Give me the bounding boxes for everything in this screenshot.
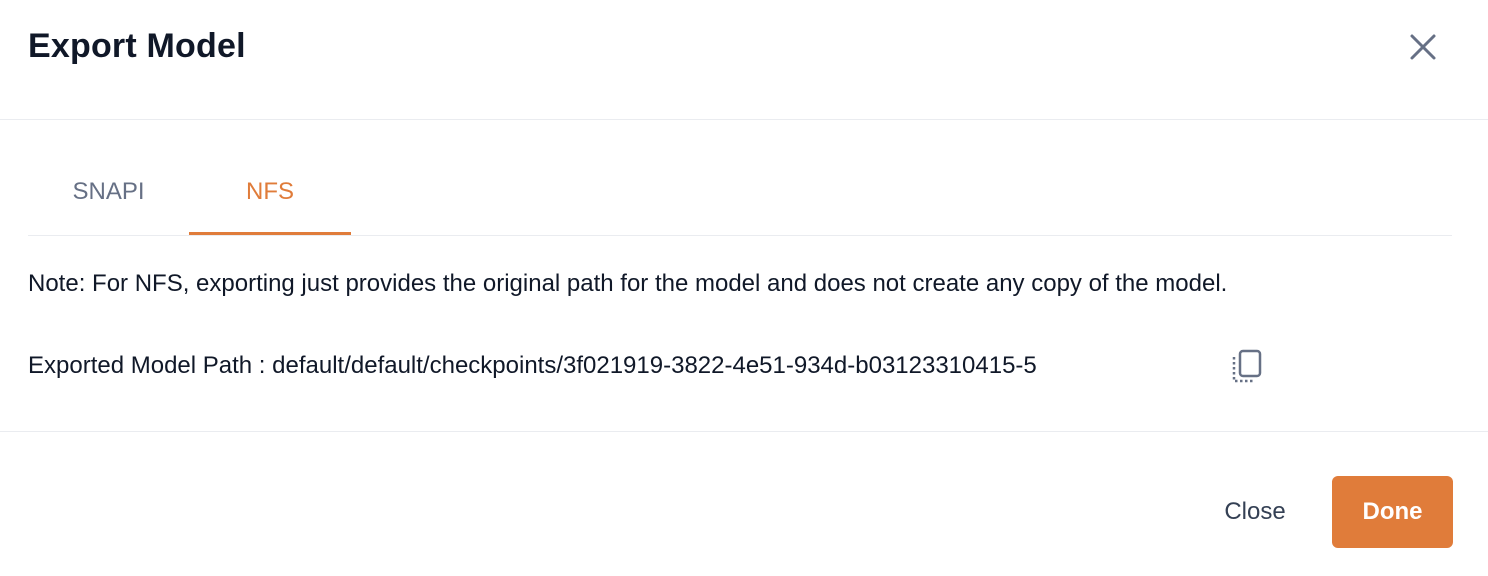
exported-path-label: Exported Model Path : (28, 352, 266, 379)
close-button[interactable]: Close (1200, 476, 1310, 548)
close-icon[interactable] (1404, 28, 1442, 66)
dialog-header: Export Model (0, 0, 1488, 120)
dialog-title: Export Model (28, 27, 246, 65)
tab-snapi[interactable]: SNAPI (28, 150, 189, 234)
dialog-footer: Close Done (0, 431, 1488, 576)
exported-path-value: default/default/checkpoints/3f021919-382… (272, 352, 1037, 379)
tab-nfs[interactable]: NFS (189, 150, 351, 235)
tab-bar: SNAPI NFS (28, 150, 1452, 236)
copy-icon[interactable] (1230, 348, 1266, 386)
export-model-dialog: Export Model SNAPI NFS Note: For NFS, ex… (0, 0, 1488, 576)
nfs-note: Note: For NFS, exporting just provides t… (28, 270, 1228, 297)
exported-path-row: Exported Model Path : default/default/ch… (28, 350, 1037, 384)
done-button[interactable]: Done (1332, 476, 1453, 548)
